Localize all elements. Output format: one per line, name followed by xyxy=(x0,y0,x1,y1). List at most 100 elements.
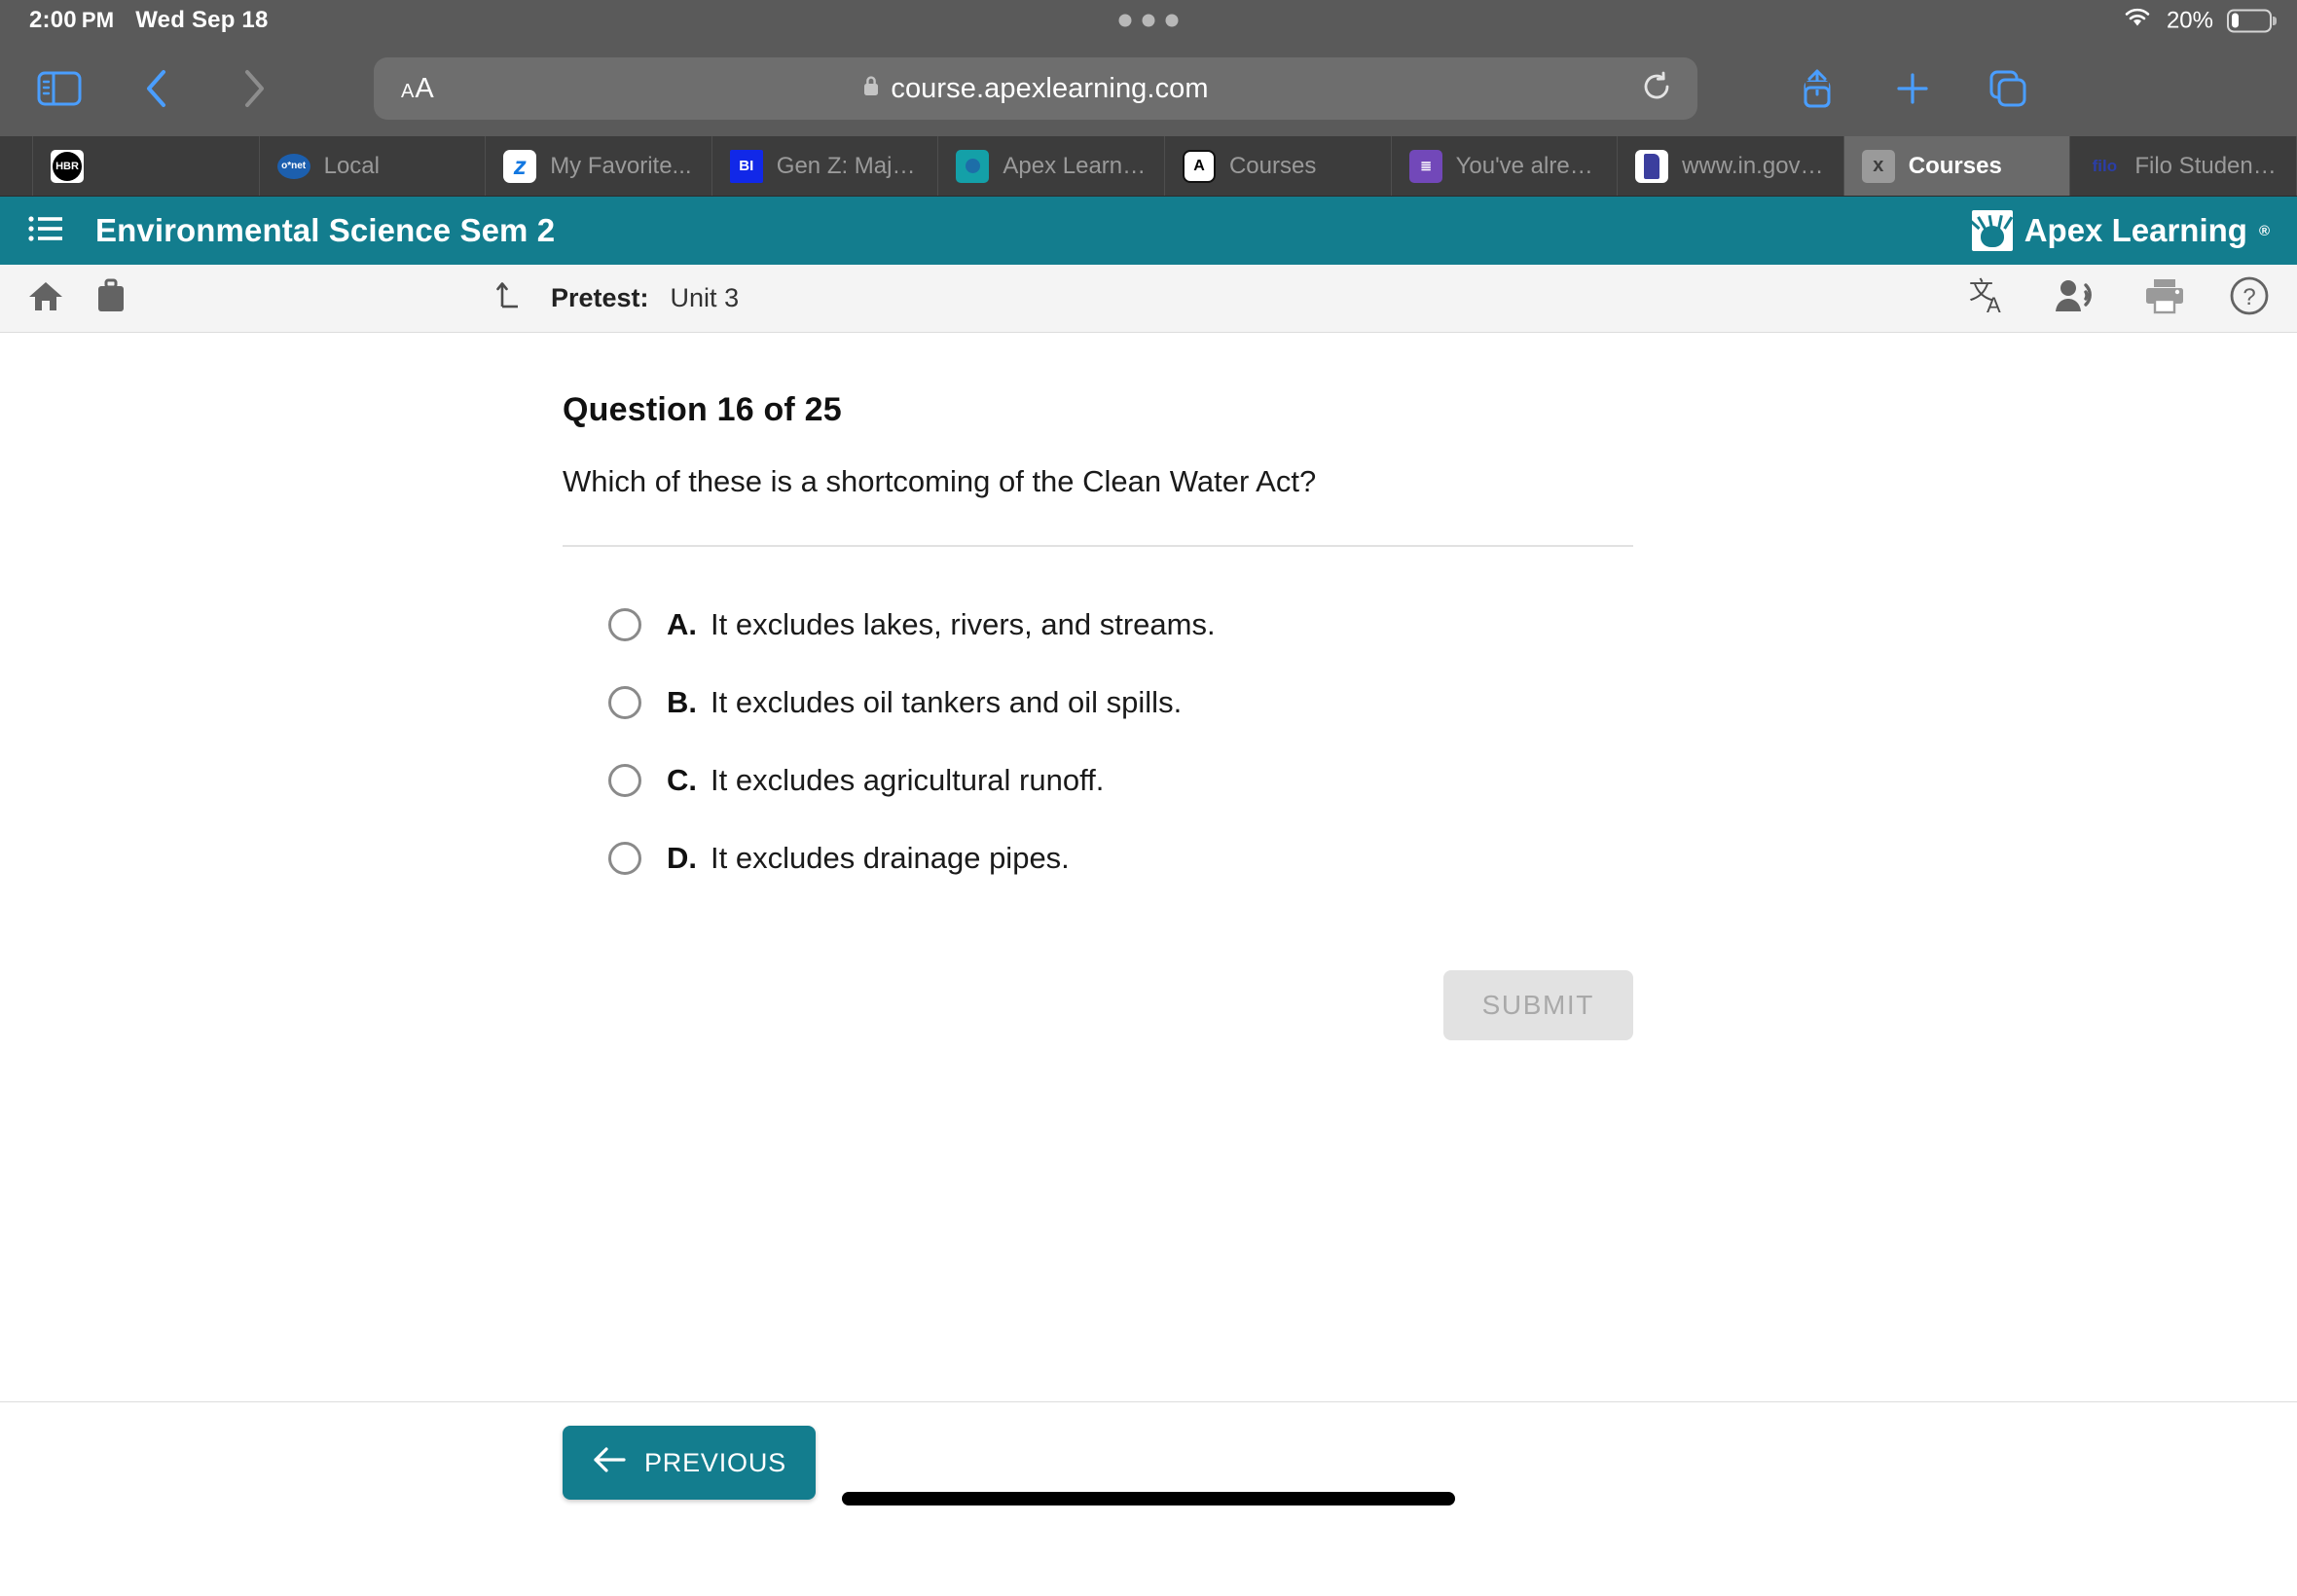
browser-tab[interactable]: filo Filo Student:... xyxy=(2070,136,2297,196)
browser-tab[interactable]: o*net Local xyxy=(260,136,487,196)
share-icon[interactable] xyxy=(1785,56,1849,121)
text-size-button[interactable]: AA xyxy=(401,73,434,105)
activity-toolbar-left xyxy=(27,278,128,318)
apex-courses-icon: A xyxy=(1182,149,1216,183)
activity-toolbar: Pretest: Unit 3 文A ? xyxy=(0,265,2297,333)
dot xyxy=(1142,14,1155,27)
up-level-arrow-icon[interactable] xyxy=(496,277,529,319)
safari-tab-bar[interactable]: HBR o*net Local z My Favorite... BI Gen Z: Maj… xyxy=(0,136,2297,197)
option-text: It excludes agricultural runoff. xyxy=(711,763,1105,797)
in-gov-icon xyxy=(1635,149,1669,183)
text-to-speech-icon[interactable] xyxy=(2054,276,2100,320)
print-icon[interactable] xyxy=(2143,276,2186,320)
browser-tab[interactable]: HBR xyxy=(33,136,260,196)
home-indicator[interactable] xyxy=(842,1492,1455,1505)
apex-brand-text: Apex Learning xyxy=(2024,212,2247,248)
logo-bulb xyxy=(1980,226,2004,247)
favicon-glyph: HBR xyxy=(53,151,82,181)
sidebar-toggle-icon[interactable] xyxy=(27,56,91,121)
favicon-glyph xyxy=(1644,153,1660,179)
home-icon[interactable] xyxy=(27,278,64,318)
browser-tab[interactable] xyxy=(0,136,33,196)
option-text: It excludes lakes, rivers, and streams. xyxy=(711,607,1216,641)
zillow-icon: z xyxy=(503,149,537,183)
onet-icon: o*net xyxy=(276,150,310,183)
help-icon[interactable]: ? xyxy=(2229,275,2270,321)
forward-button[interactable] xyxy=(222,56,286,121)
google-forms-icon: ≣ xyxy=(1408,149,1442,183)
aa-small-label: A xyxy=(401,80,415,102)
lock-icon xyxy=(862,73,880,105)
option-text: It excludes oil tankers and oil spills. xyxy=(711,685,1183,719)
question-prompt: Which of these is a shortcoming of the C… xyxy=(563,464,1317,498)
svg-text:?: ? xyxy=(2242,284,2255,310)
url-display: course.apexlearning.com xyxy=(862,72,1209,105)
address-bar[interactable]: AA course.apexlearning.com xyxy=(374,57,1697,120)
svg-text:A: A xyxy=(1987,293,2001,316)
new-tab-icon[interactable] xyxy=(1880,56,1945,121)
option-letter: D. xyxy=(667,841,697,875)
submit-button[interactable]: SUBMIT xyxy=(1442,970,1633,1040)
activity-type-label: Pretest: xyxy=(551,283,649,312)
activity-toolbar-right: 文A ? xyxy=(1968,275,2270,321)
wifi-icon xyxy=(2122,6,2153,36)
favicon-glyph: o*net xyxy=(276,153,310,179)
course-header: Environmental Science Sem 2 Apex Learnin… xyxy=(0,197,2297,265)
browser-tab[interactable]: BI Gen Z: Major... xyxy=(712,136,939,196)
course-header-left: Environmental Science Sem 2 xyxy=(27,212,555,249)
browser-tab-label: Gen Z: Major... xyxy=(776,152,921,179)
submit-row: SUBMIT xyxy=(563,970,1633,1040)
briefcase-icon[interactable] xyxy=(93,278,128,318)
business-insider-icon: BI xyxy=(729,149,763,183)
browser-tab-label: Filo Student:... xyxy=(2134,152,2279,179)
multitasking-dots-icon[interactable] xyxy=(1118,14,1179,27)
activity-unit-label: Unit 3 xyxy=(670,283,740,312)
page-title: Environmental Science Sem 2 xyxy=(95,212,556,248)
list-menu-icon[interactable] xyxy=(27,214,64,248)
radio-button[interactable] xyxy=(608,686,641,719)
browser-tab[interactable]: Apex Learning xyxy=(938,136,1165,196)
browser-tab[interactable]: A Courses xyxy=(1165,136,1392,196)
status-time-group: 2:00 PM xyxy=(29,7,114,34)
status-bar-right: 20% xyxy=(2122,6,2272,36)
status-clock: 2:00 xyxy=(29,7,77,33)
browser-tab[interactable]: www.in.gov/... xyxy=(1618,136,1844,196)
translate-icon[interactable]: 文A xyxy=(1968,275,2011,321)
browser-tab-active[interactable]: x Courses xyxy=(1843,136,2071,196)
apex-learning-logo: Apex Learning ® xyxy=(1971,210,2270,251)
question-heading: Question 16 of 25 xyxy=(563,391,842,428)
browser-tab-label: Local xyxy=(323,152,380,179)
filo-icon: filo xyxy=(2092,156,2118,175)
radio-button[interactable] xyxy=(608,764,641,797)
breadcrumb: Pretest: Unit 3 xyxy=(496,277,739,319)
radio-button[interactable] xyxy=(608,842,641,875)
status-date: Wed Sep 18 xyxy=(135,7,269,33)
answer-option[interactable]: D. It excludes drainage pipes. xyxy=(608,819,1633,897)
status-meridiem: PM xyxy=(81,8,115,32)
url-text: course.apexlearning.com xyxy=(891,72,1209,104)
favicon-glyph xyxy=(965,159,980,173)
back-button[interactable] xyxy=(125,56,189,121)
answer-option[interactable]: A. It excludes lakes, rivers, and streams… xyxy=(608,586,1633,664)
apex-learning-icon xyxy=(956,149,990,183)
radio-button[interactable] xyxy=(608,608,641,641)
answer-option[interactable]: B. It excludes oil tankers and oil spills… xyxy=(608,664,1633,742)
browser-tab-label: You've alrea... xyxy=(1455,152,1600,179)
browser-tab[interactable]: z My Favorite... xyxy=(486,136,712,196)
reload-icon[interactable] xyxy=(1641,71,1672,107)
hbr-icon: HBR xyxy=(51,149,84,183)
browser-tab-label: My Favorite... xyxy=(550,152,692,179)
answer-option[interactable]: C. It excludes agricultural runoff. xyxy=(608,742,1633,819)
browser-tab[interactable]: ≣ You've alrea... xyxy=(1392,136,1619,196)
answer-options-list[interactable]: A. It excludes lakes, rivers, and streams… xyxy=(563,586,1633,897)
browser-tab-label: Apex Learning xyxy=(1003,152,1147,179)
battery-icon xyxy=(2227,9,2272,32)
bottom-navigation-bar: PREVIOUS xyxy=(0,1401,2297,1522)
tab-overview-icon[interactable] xyxy=(1976,56,2040,121)
status-bar-left: 2:00 PM Wed Sep 18 xyxy=(29,7,269,34)
question-panel: Question 16 of 25 Which of these is a sh… xyxy=(563,391,1633,1040)
apex-trademark: ® xyxy=(2258,222,2270,239)
apex-logo-mark-icon xyxy=(1971,210,2013,251)
divider xyxy=(563,545,1633,547)
previous-button[interactable]: PREVIOUS xyxy=(563,1426,816,1500)
